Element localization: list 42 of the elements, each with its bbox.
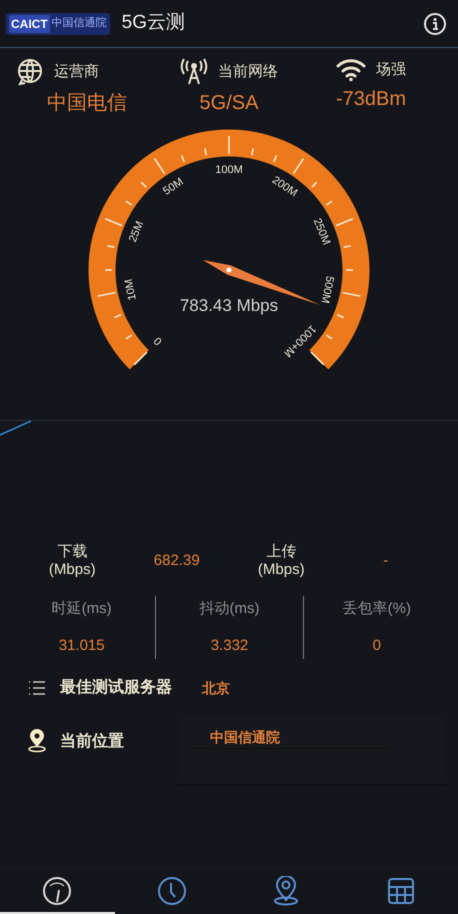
transfer-label: 下载	[57, 543, 88, 561]
transfer-value: -	[382, 550, 390, 571]
transfer-value: 682.39	[152, 550, 201, 571]
transfer-unit: (Mbps)	[258, 561, 305, 579]
app-title: 5G云测	[122, 11, 186, 36]
scale-label: 250M	[310, 216, 332, 247]
location-label: 当前位置	[60, 732, 124, 752]
scale-label: 25M	[126, 220, 146, 244]
scale-label: 500M	[318, 274, 336, 304]
globe-icon	[16, 58, 44, 86]
metric-label: 丢包率(%)	[342, 599, 411, 619]
scale-label: 10M	[122, 278, 139, 302]
transfer-unit: (Mbps)	[48, 561, 96, 579]
location-pin-icon	[26, 729, 48, 753]
scale-label: 50M	[161, 176, 186, 198]
info-value: 中国电信	[47, 91, 127, 116]
wifi-icon	[336, 58, 366, 82]
server-label: 最佳测试服务器	[60, 678, 172, 698]
metric-value: 3.332	[210, 636, 248, 656]
metric-label: 时延(ms)	[52, 599, 112, 619]
list-icon	[28, 680, 46, 696]
gauge-icon	[42, 876, 72, 906]
info-label: 运营商	[54, 62, 99, 82]
server-value: 北京	[202, 678, 230, 698]
scale-label: 100M	[215, 164, 243, 176]
scale-label: 0	[152, 334, 165, 348]
info-label: 场强	[376, 60, 406, 80]
logo: CAICT 中国信通院	[6, 12, 110, 34]
table-icon	[386, 876, 416, 906]
info-label: 当前网络	[218, 62, 278, 82]
metric-label: 抖动(ms)	[199, 599, 260, 619]
info-icon[interactable]	[424, 12, 446, 34]
speed-reading: 783.43 Mbps	[180, 296, 278, 315]
antenna-icon	[180, 58, 208, 86]
metric-value: 31.015	[58, 636, 105, 656]
location-value: 中国信通院	[190, 719, 390, 749]
graph-line	[0, 420, 32, 436]
metric-value: 0	[372, 636, 381, 656]
clock-icon	[156, 876, 187, 906]
info-value: -73dBm	[336, 87, 406, 112]
transfer-label: 上传	[266, 543, 296, 561]
info-value: 5G/SA	[200, 91, 258, 116]
